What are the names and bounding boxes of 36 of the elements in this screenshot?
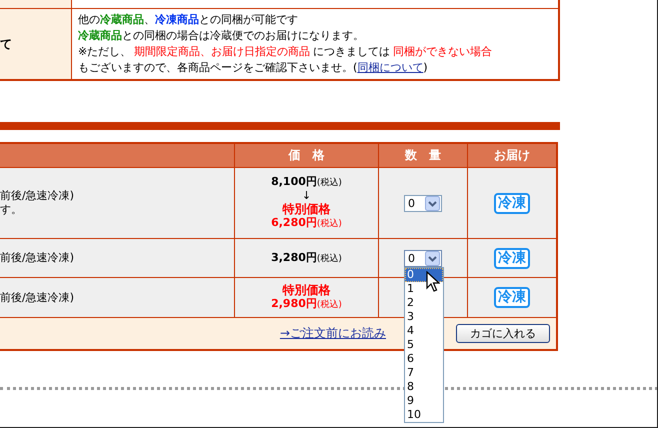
quantity-option[interactable]: 8 [405,380,443,394]
quantity-option[interactable]: 7 [405,366,443,380]
quantity-option[interactable]: 1 [405,282,443,296]
quantity-option[interactable]: 10 [405,408,443,422]
quantity-option[interactable]: 2 [405,296,443,310]
quantity-option[interactable]: 6 [405,352,443,366]
price-text: ↓ [302,190,312,202]
frozen-badge: 冷凍 [494,248,530,268]
price-text: 3,280円(税込) [271,250,342,266]
quantity-option[interactable]: 3 [405,310,443,324]
price-text: 特別価格 [282,283,330,297]
product-description: す。 [0,203,23,217]
bundling-link[interactable]: 同梱について [357,61,424,74]
note-text: 冷蔵商品 との同梱の場合は冷蔵便でのお届けになります。 [78,28,365,44]
quantity-option[interactable]: 5 [405,338,443,352]
note-text: もございますので、各商品ページをご確認下さいませ。(同梱について) [78,60,429,76]
price-text: 8,100円(税込) [271,175,342,190]
quantity-select[interactable]: 0 [404,194,442,212]
price-text: 特別価格 [282,202,330,216]
quantity-option[interactable]: 4 [405,324,443,338]
price-text: 6,280円(税込) [271,216,342,231]
quantity-option[interactable]: 9 [405,394,443,408]
product-description: 前後/急速冷凍) [0,290,75,304]
note-label: て [0,9,72,79]
notice-link[interactable]: →ご注文前にお読み [280,325,386,342]
frozen-badge: 冷凍 [494,192,530,214]
product-description: 前後/急速冷凍) [0,251,75,265]
frozen-badge: 冷凍 [494,287,530,308]
add-to-cart-button[interactable]: カゴに入れる [456,324,550,343]
product-description: 前後/急速冷凍) [0,189,75,203]
note-text: ※ただし、 期間限定商品、お届け日指定の商品 につきましては 同梱ができない場合 [78,44,494,60]
note-text: 他の冷蔵商品、冷凍商品 との同梱が可能です [78,12,299,28]
chevron-down-icon [425,196,440,210]
mouse-pointer-icon [426,270,440,292]
price-text: 2,980円(税込) [271,297,342,312]
chevron-down-icon [425,250,440,266]
